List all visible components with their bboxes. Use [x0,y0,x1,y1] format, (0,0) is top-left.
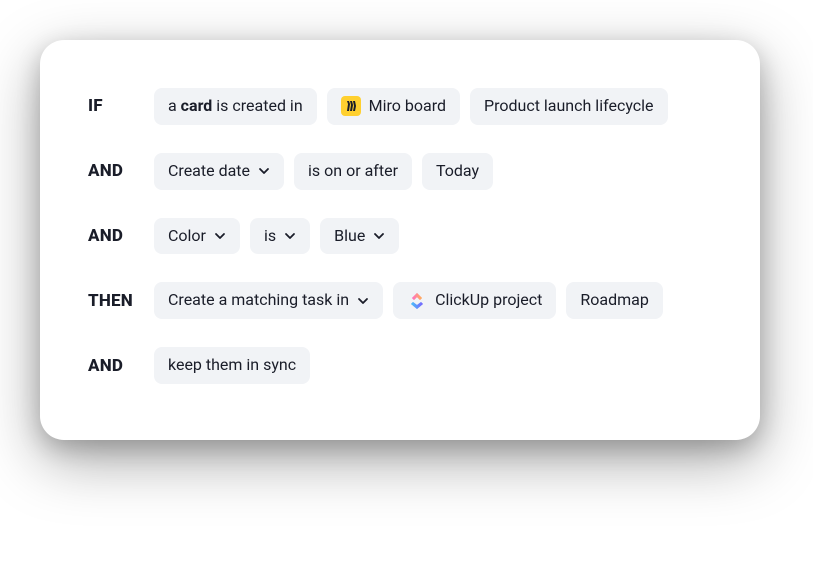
keyword-if: IF [88,96,144,116]
clickup-icon [407,291,427,311]
value-today-label: Today [436,161,479,182]
miro-icon [341,96,361,116]
chevron-down-icon [214,230,226,242]
trigger-bold: card [181,96,213,115]
keyword-and: AND [88,226,144,246]
trigger-prefix: a [168,96,181,115]
action-label: Create a matching task in [168,290,349,311]
clickup-app-label: ClickUp project [435,290,542,311]
project-target-label: Roadmap [580,290,648,311]
field-createdate-label: Create date [168,161,250,182]
operator-onafter-label: is on or after [308,161,398,182]
operator-is-label: is [264,226,276,247]
chevron-down-icon [357,295,369,307]
action-chip[interactable]: Create a matching task in [154,282,383,319]
rule-row-if: IF a card is created in Miro board Produ… [88,88,712,125]
trigger-suffix: is created in [212,96,302,115]
rule-row-and-date: AND Create date is on or after Today [88,153,712,190]
keyword-and: AND [88,161,144,181]
keyword-then: THEN [88,291,144,311]
board-target-chip[interactable]: Product launch lifecycle [470,88,668,125]
chevron-down-icon [373,230,385,242]
value-blue-chip[interactable]: Blue [320,218,399,255]
rule-row-and-sync: AND keep them in sync [88,347,712,384]
operator-is-chip[interactable]: is [250,218,310,255]
value-today-chip[interactable]: Today [422,153,493,190]
project-target-chip[interactable]: Roadmap [566,282,662,319]
sync-label: keep them in sync [168,355,296,376]
value-blue-label: Blue [334,226,365,247]
chevron-down-icon [284,230,296,242]
operator-onafter-chip[interactable]: is on or after [294,153,412,190]
trigger-chip[interactable]: a card is created in [154,88,317,125]
rule-row-and-color: AND Color is Blue [88,218,712,255]
sync-chip[interactable]: keep them in sync [154,347,310,384]
field-createdate-chip[interactable]: Create date [154,153,284,190]
rule-card: IF a card is created in Miro board Produ… [40,40,760,440]
board-target-label: Product launch lifecycle [484,96,654,117]
field-color-label: Color [168,226,206,247]
field-color-chip[interactable]: Color [154,218,240,255]
miro-app-chip[interactable]: Miro board [327,88,460,125]
rule-row-then: THEN Create a matching task in [88,282,712,319]
miro-app-label: Miro board [369,96,446,117]
keyword-and: AND [88,356,144,376]
chevron-down-icon [258,165,270,177]
clickup-app-chip[interactable]: ClickUp project [393,282,556,319]
